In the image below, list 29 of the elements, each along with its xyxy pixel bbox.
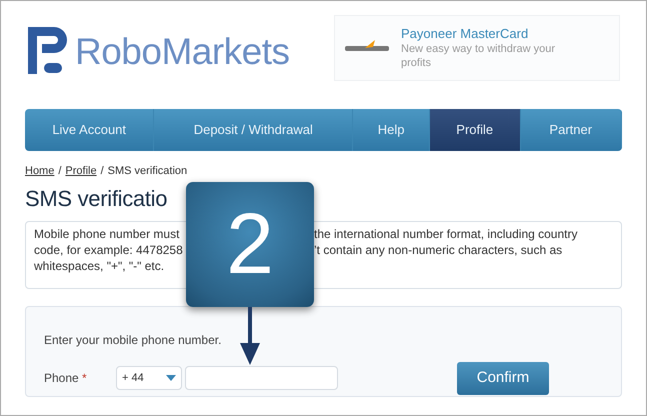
- ad-title[interactable]: Payoneer MasterCard: [401, 26, 561, 42]
- logo-text: RoboMarkets: [75, 32, 290, 70]
- page-title: SMS verificatio: [25, 186, 168, 212]
- confirm-button[interactable]: Confirm: [457, 362, 549, 395]
- phone-field[interactable]: [185, 366, 338, 390]
- breadcrumb-link[interactable]: Profile: [65, 163, 97, 180]
- notice-text: whitespaces, "+", "-" etc.: [34, 258, 166, 274]
- caret-icon[interactable]: [166, 375, 176, 382]
- logo-icon: [25, 25, 69, 77]
- phone-label: Phone *: [44, 370, 88, 388]
- required-mark: *: [82, 371, 87, 386]
- notice-text: code, for example: 4478258: [34, 242, 184, 258]
- ad-text: New easy way to withdraw your profits: [401, 42, 556, 70]
- notice-text: ’t contain any non-numeric characters, such as: [314, 242, 562, 258]
- breadcrumb-current: SMS verification: [108, 164, 188, 179]
- breadcrumb-link[interactable]: Home: [25, 163, 54, 180]
- notice-text: the international number format, including country: [314, 226, 578, 242]
- nav-tab[interactable]: Profile: [430, 109, 520, 151]
- country-code-select[interactable]: + 44: [116, 366, 182, 390]
- arrow-icon: [240, 307, 260, 365]
- nav-tab[interactable]: Partner: [520, 109, 622, 151]
- ad-banner[interactable]: Payoneer MasterCard New easy way to withdraw your profits: [334, 15, 620, 81]
- nav-tab[interactable]: Live Account: [25, 109, 154, 151]
- breadcrumb-separator: /: [58, 164, 62, 179]
- form-prompt: Enter your mobile phone number.: [44, 332, 222, 349]
- nav-tab[interactable]: Deposit / Withdrawal: [154, 109, 354, 151]
- step-badge: 2: [186, 182, 314, 307]
- notice-text: Mobile phone number must: [34, 226, 180, 242]
- breadcrumb-separator: /: [100, 164, 104, 179]
